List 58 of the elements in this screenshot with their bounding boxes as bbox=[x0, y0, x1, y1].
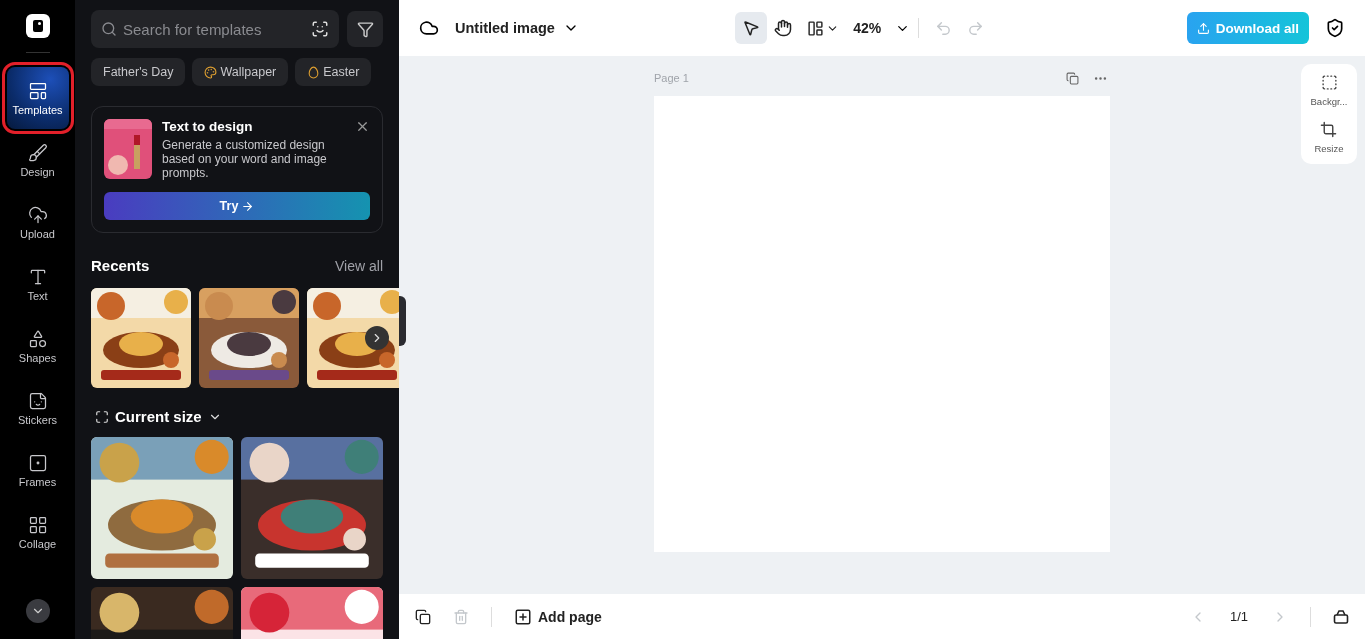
search-field[interactable]: Search for templates bbox=[91, 10, 339, 48]
collage-icon bbox=[27, 514, 48, 535]
upload-icon bbox=[27, 204, 48, 225]
sidebar-item[interactable]: Collage bbox=[6, 501, 69, 563]
resize-icon bbox=[1320, 121, 1338, 138]
sidebar-item[interactable]: Text bbox=[6, 253, 69, 315]
search-icon bbox=[101, 21, 117, 37]
section-title: Recents bbox=[91, 257, 150, 274]
panel-toggle-icon[interactable] bbox=[1333, 608, 1349, 625]
sidebar-item[interactable]: Upload bbox=[6, 191, 69, 253]
promo-title: Text to design bbox=[162, 119, 254, 134]
image-search-icon[interactable] bbox=[311, 20, 329, 38]
document-title[interactable]: Untitled image bbox=[455, 20, 555, 36]
duplicate-icon[interactable] bbox=[415, 608, 431, 625]
shapes-icon bbox=[27, 328, 48, 349]
filter-button[interactable] bbox=[347, 11, 383, 47]
redo-icon bbox=[966, 19, 984, 37]
undo-icon bbox=[934, 19, 952, 37]
sidebar-item[interactable]: Shapes bbox=[6, 315, 69, 377]
sidebar-item[interactable]: Frames bbox=[6, 439, 69, 501]
tag-chip[interactable]: Father's Day bbox=[91, 58, 186, 86]
tool-button[interactable]: Backgr... bbox=[1310, 74, 1348, 107]
section-title[interactable]: Current size bbox=[115, 408, 202, 425]
try-button[interactable]: Try bbox=[104, 192, 370, 220]
select-tool[interactable] bbox=[735, 12, 768, 44]
layout-icon bbox=[807, 19, 825, 37]
filter-icon bbox=[356, 20, 374, 38]
stickers-icon bbox=[27, 390, 48, 411]
expand-button[interactable] bbox=[25, 599, 50, 623]
sidebar-item[interactable]: Design bbox=[6, 129, 69, 191]
collapse-handle[interactable] bbox=[399, 296, 406, 346]
cloud-icon[interactable] bbox=[419, 18, 439, 38]
promo-text: Generate a customized design based on your word and image prompts. bbox=[162, 138, 328, 180]
tag-chip[interactable]: Easter bbox=[295, 58, 372, 86]
add-square-icon bbox=[514, 607, 532, 626]
zoom-level[interactable]: 42% bbox=[853, 20, 882, 36]
arrow-icon bbox=[241, 199, 255, 213]
tag-chip[interactable]: Wallpaper bbox=[192, 58, 289, 86]
page-counter: 1/1 bbox=[1229, 609, 1248, 624]
shield-icon[interactable] bbox=[1325, 18, 1345, 38]
pointer-icon bbox=[742, 19, 761, 37]
close-icon[interactable] bbox=[355, 119, 370, 134]
frames-icon bbox=[27, 452, 48, 473]
palette-icon bbox=[204, 65, 218, 79]
tool-button[interactable]: Resize bbox=[1314, 121, 1344, 154]
hand-icon bbox=[774, 19, 793, 37]
design-icon bbox=[27, 142, 48, 163]
templates-icon bbox=[27, 80, 48, 101]
upload-icon bbox=[1196, 21, 1210, 35]
sidebar-item[interactable]: Stickers bbox=[6, 377, 69, 439]
add-page-button[interactable]: Add page bbox=[514, 607, 602, 626]
view-all-link[interactable]: View all bbox=[335, 257, 383, 274]
resize-icon bbox=[95, 409, 109, 424]
egg-icon bbox=[307, 65, 321, 79]
app-logo[interactable] bbox=[25, 14, 50, 38]
search-placeholder: Search for templates bbox=[123, 20, 263, 38]
page-label: Page 1 bbox=[654, 72, 689, 84]
background-icon bbox=[1320, 74, 1338, 91]
